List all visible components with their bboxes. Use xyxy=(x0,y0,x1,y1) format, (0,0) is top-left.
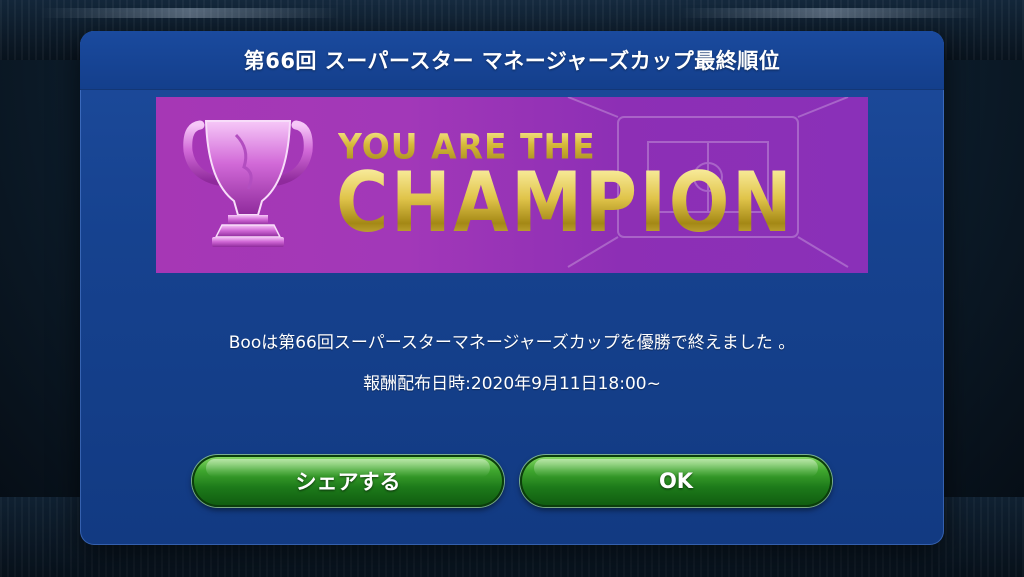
game-screen: 第66回 スーパースター マネージャーズカップ最終順位 YOU ARE THE … xyxy=(0,0,1024,577)
result-dialog: 第66回 スーパースター マネージャーズカップ最終順位 YOU ARE THE … xyxy=(80,31,944,545)
ok-button[interactable]: OK xyxy=(520,455,832,507)
champion-banner: YOU ARE THE CHAMPION xyxy=(156,97,868,273)
stadium-lights-right xyxy=(680,8,980,18)
dialog-title: 第66回 スーパースター マネージャーズカップ最終順位 xyxy=(243,49,781,73)
trophy-icon xyxy=(183,120,313,247)
reward-datetime: 報酬配布日時:2020年9月11日18:00~ xyxy=(363,374,661,394)
share-button-label: シェアする xyxy=(295,470,401,494)
stadium-lights-left xyxy=(40,8,340,18)
ok-button-label: OK xyxy=(658,469,694,493)
result-message: Booは第66回スーパースターマネージャーズカップを優勝で終えました 。 xyxy=(228,333,796,353)
dialog-header: 第66回 スーパースター マネージャーズカップ最終順位 xyxy=(80,31,944,90)
banner-headline-large: CHAMPION xyxy=(336,154,795,251)
share-button[interactable]: シェアする xyxy=(192,455,504,507)
